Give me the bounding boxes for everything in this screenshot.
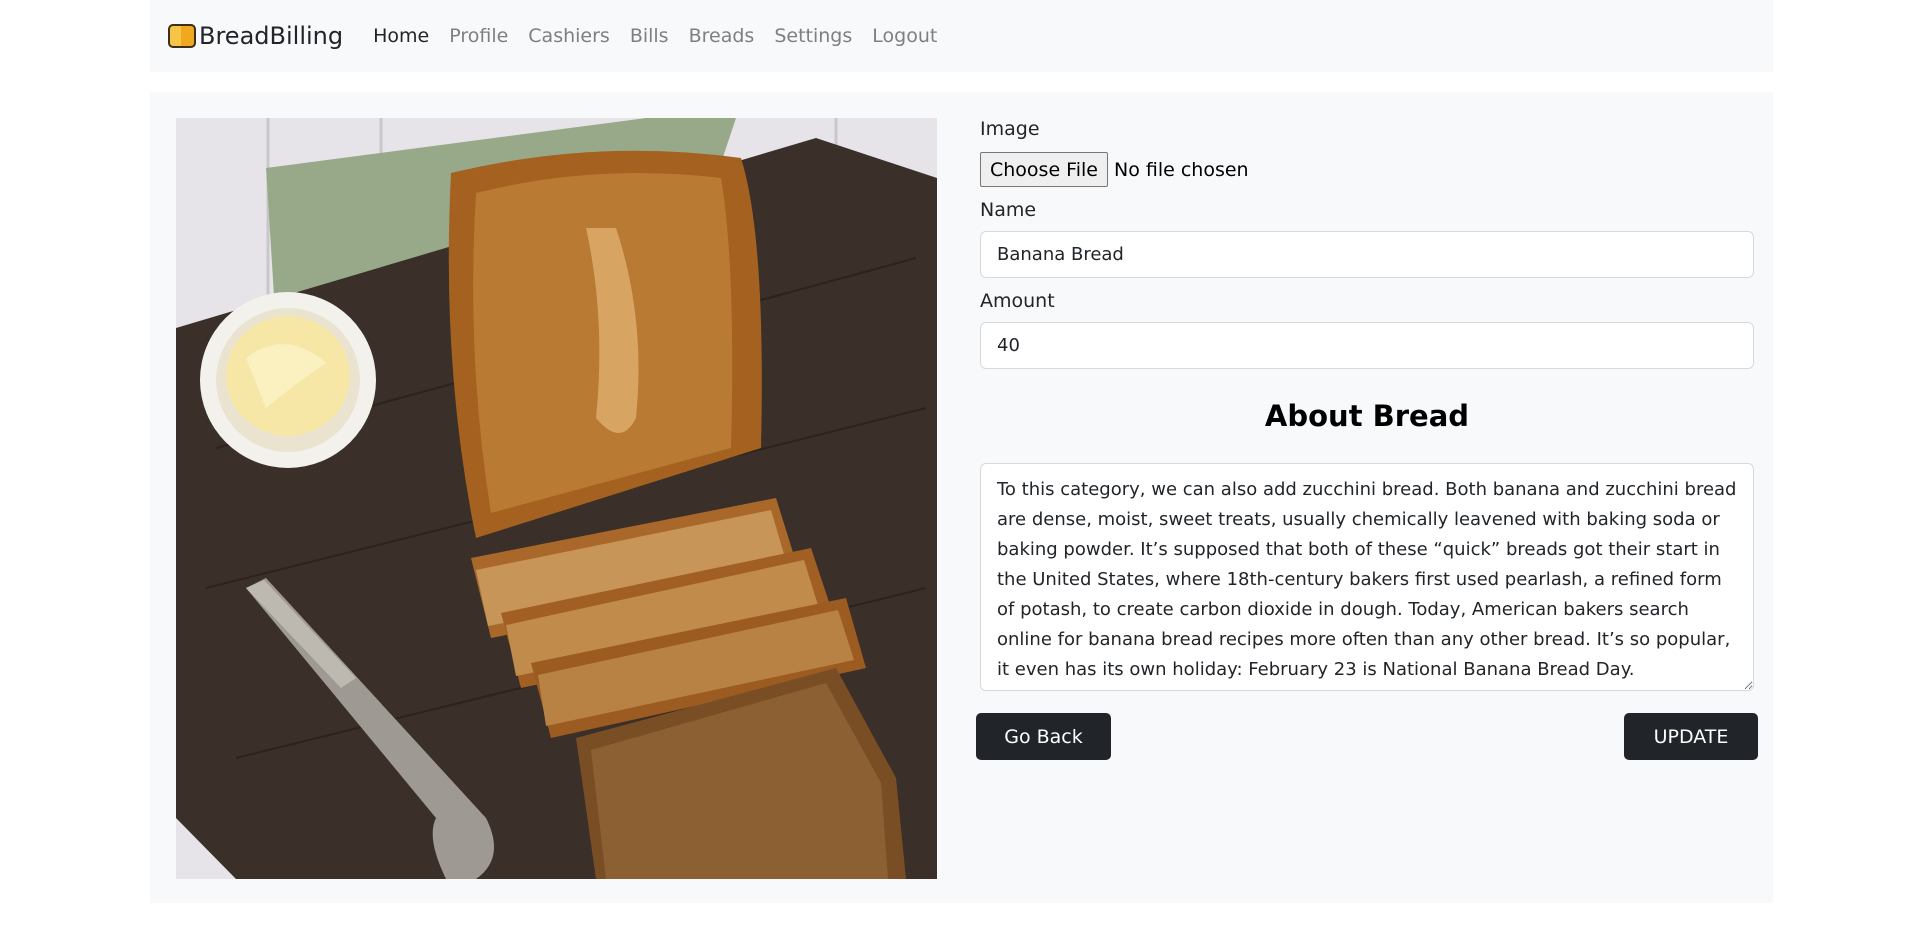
nav-item-breads[interactable]: Breads	[689, 25, 755, 47]
amount-label: Amount	[980, 290, 1055, 312]
nav-item-cashiers[interactable]: Cashiers	[528, 25, 610, 47]
choose-file-button[interactable]: Choose File	[980, 152, 1108, 187]
about-textarea[interactable]: To this category, we can also add zucchi…	[980, 463, 1754, 691]
navbar: BreadBilling Home Profile Cashiers Bills…	[150, 0, 1773, 72]
go-back-button[interactable]: Go Back	[976, 713, 1111, 760]
about-heading: About Bread	[1264, 399, 1470, 433]
update-button[interactable]: UPDATE	[1624, 713, 1758, 760]
nav-item-profile[interactable]: Profile	[449, 25, 508, 47]
file-status: No file chosen	[1113, 158, 1249, 181]
bread-edit-card: Image Choose File No file chosen Name Am…	[150, 92, 1773, 903]
name-field[interactable]	[980, 231, 1754, 278]
file-input: Choose File No file chosen	[980, 152, 1754, 187]
bread-form: Image Choose File No file chosen Name Am…	[976, 118, 1758, 760]
nav-item-home[interactable]: Home	[373, 25, 429, 47]
nav-item-logout[interactable]: Logout	[872, 25, 937, 47]
banana-bread-photo	[176, 118, 937, 879]
nav-links: Home Profile Cashiers Bills Breads Setti…	[373, 25, 957, 47]
image-label: Image	[980, 118, 1040, 140]
nav-item-settings[interactable]: Settings	[774, 25, 852, 47]
amount-field[interactable]	[980, 322, 1754, 369]
brand-name: BreadBilling	[199, 22, 344, 50]
bread-image	[176, 118, 937, 879]
form-actions: Go Back UPDATE	[976, 713, 1758, 760]
brand[interactable]: BreadBilling	[168, 22, 343, 50]
nav-item-bills[interactable]: Bills	[630, 25, 669, 47]
bread-icon	[168, 24, 196, 48]
name-label: Name	[980, 199, 1037, 221]
